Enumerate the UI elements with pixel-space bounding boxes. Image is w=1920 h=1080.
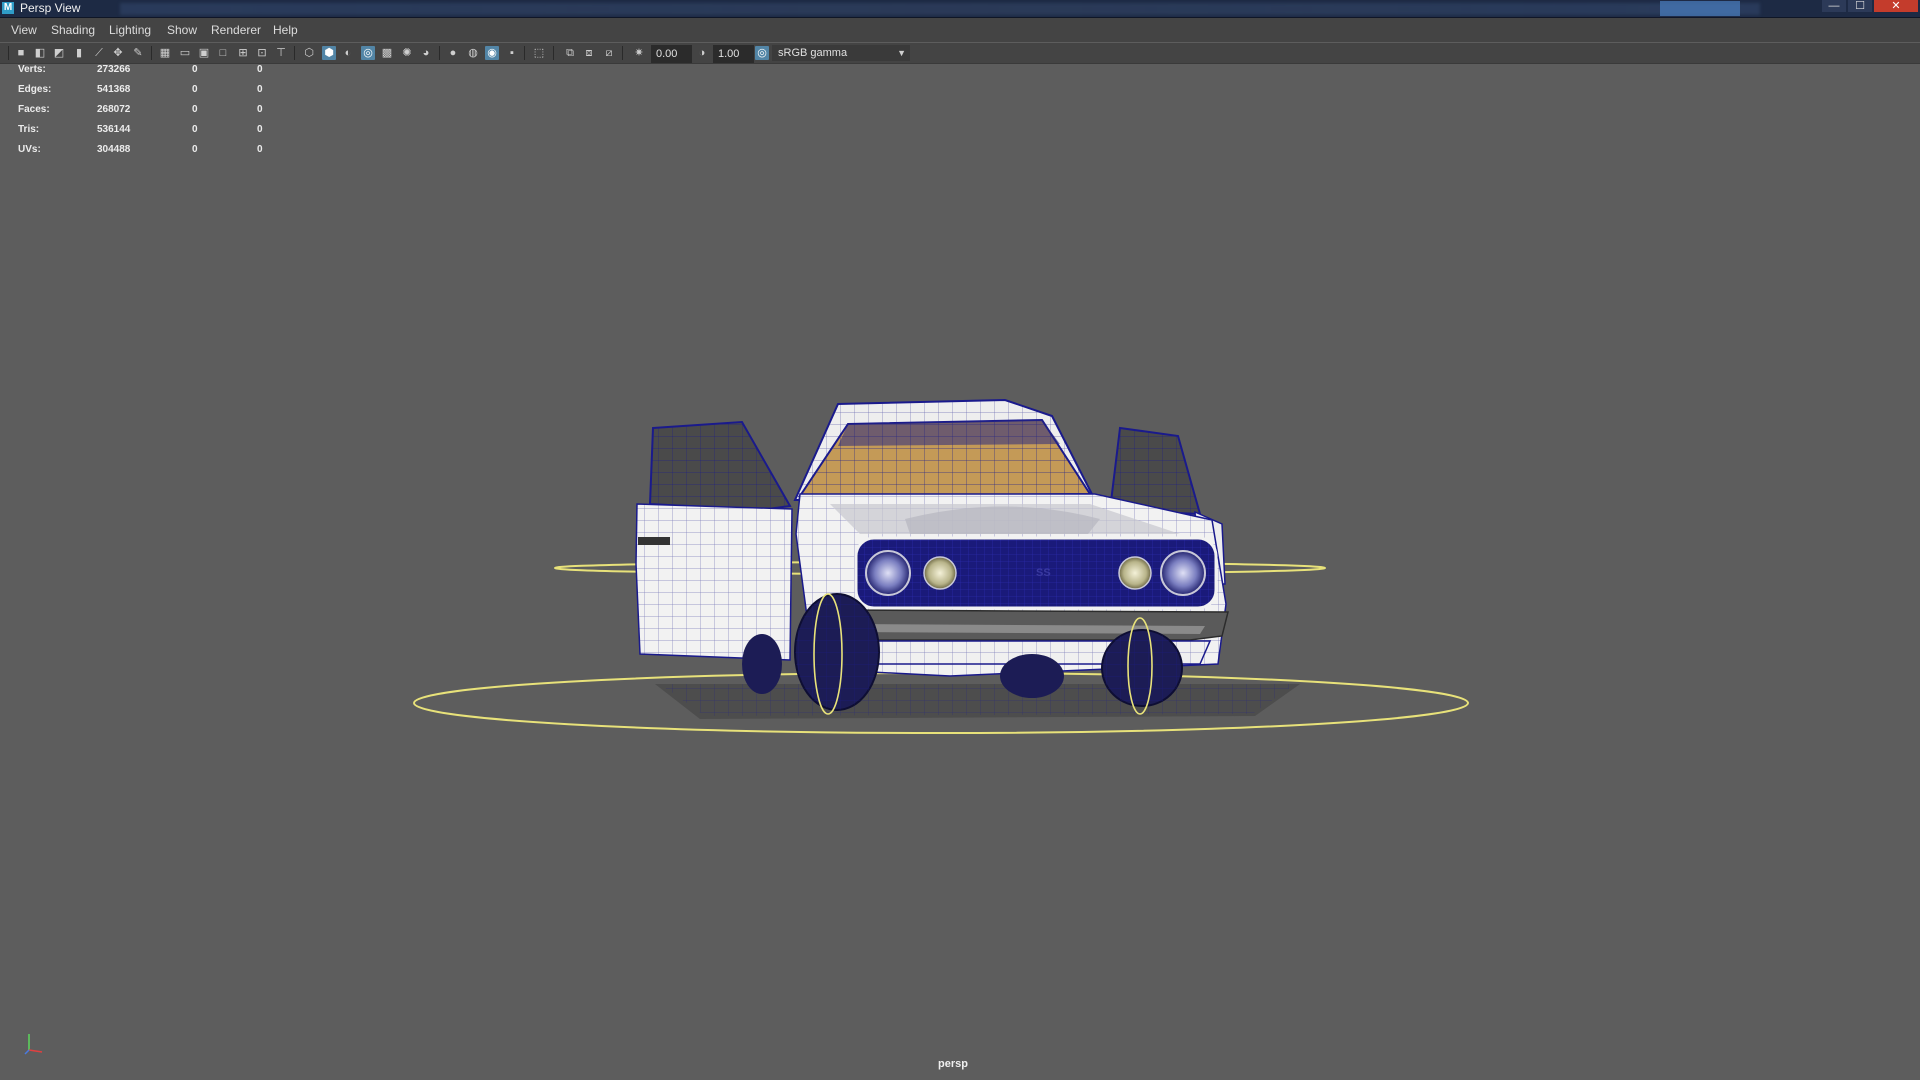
select-camera-icon[interactable]: ■ [14, 46, 28, 60]
hud-value-object: 541368 [97, 84, 131, 95]
menu-help[interactable]: Help [273, 18, 298, 42]
color-management-icon[interactable]: ◎ [755, 46, 769, 60]
bookmark-icon[interactable]: ▮ [72, 46, 86, 60]
hud-value-component: 0 [257, 144, 263, 155]
title-bar: M Persp View — ☐ ✕ [0, 0, 1920, 18]
hud-value-object: 268072 [97, 104, 131, 115]
depth-of-field-icon[interactable]: ▪ [505, 46, 519, 60]
chevron-down-icon: ▼ [897, 48, 906, 58]
two-d-pan-zoom-icon[interactable]: ✥ [111, 46, 125, 60]
hud-label: Verts: [18, 64, 46, 75]
car-model-render: SS [413, 398, 1469, 734]
panel-toolbar: ■ ◧ ◩ ▮ ⟋ ✥ ✎ ▦ ▭ ▣ □ ⊞ ⊡ ⊤ ⬡ ⬢ ◐ ◎ ▩ ✺ … [0, 43, 1920, 64]
toolbar-separator [622, 46, 623, 60]
perspective-viewport[interactable]: SS Verts: 273266 0 0 Edges: 541368 0 0 F… [0, 64, 1920, 1080]
hud-value-component: 0 [257, 104, 263, 115]
use-default-material-icon[interactable]: ◐ [341, 46, 355, 60]
camera-attributes-icon[interactable]: ◧ [33, 46, 47, 60]
hud-label: Faces: [18, 104, 50, 115]
motion-blur-icon[interactable]: ◍ [466, 46, 480, 60]
menu-view[interactable]: View [11, 18, 37, 42]
screen-space-ao-icon[interactable]: ● [446, 46, 460, 60]
hud-value-component: 0 [257, 84, 263, 95]
grid-icon[interactable]: ▦ [158, 46, 172, 60]
hud-value-object: 536144 [97, 124, 131, 135]
toolbar-separator [439, 46, 440, 60]
menu-lighting[interactable]: Lighting [109, 18, 151, 42]
background-taskbar-blur [120, 3, 1760, 15]
background-active-tab [1660, 1, 1740, 16]
hud-value-selected: 0 [192, 84, 198, 95]
menu-show[interactable]: Show [167, 18, 197, 42]
hud-value-object: 273266 [97, 64, 131, 75]
grille-badge: SS [1036, 567, 1051, 579]
wireframe-icon[interactable]: ⬡ [302, 46, 316, 60]
toolbar-separator [294, 46, 295, 60]
toolbar-separator [151, 46, 152, 60]
hud-value-selected: 0 [192, 64, 198, 75]
use-all-lights-icon[interactable]: ✺ [400, 46, 414, 60]
hud-value-component: 0 [257, 64, 263, 75]
textured-icon[interactable]: ▩ [380, 46, 394, 60]
exposure-icon[interactable]: ✷ [632, 46, 646, 60]
maximize-button[interactable]: ☐ [1848, 0, 1872, 12]
grease-pencil-icon[interactable]: ✎ [131, 46, 145, 60]
image-plane-icon[interactable]: ⟋ [92, 46, 106, 60]
hud-value-object: 304488 [97, 144, 131, 155]
close-button[interactable]: ✕ [1874, 0, 1918, 12]
toolbar-separator [8, 46, 9, 60]
menu-renderer[interactable]: Renderer [211, 18, 261, 42]
window-title: Persp View [20, 1, 81, 15]
gate-mask-icon[interactable]: □ [216, 46, 230, 60]
exposure-field[interactable] [651, 45, 692, 63]
xray-joints-icon[interactable]: ⧈ [582, 46, 596, 60]
hud-value-selected: 0 [192, 124, 198, 135]
toolbar-separator [524, 46, 525, 60]
menu-bar: View Shading Lighting Show Renderer Help [0, 18, 1920, 42]
resolution-gate-icon[interactable]: ▣ [197, 46, 211, 60]
hud-label: Edges: [18, 84, 52, 95]
shadows-icon[interactable]: ◕ [419, 46, 433, 60]
xray-icon[interactable]: ⧉ [563, 46, 577, 60]
wireframe-on-shaded-icon[interactable]: ◎ [361, 46, 375, 60]
gamma-field[interactable] [713, 45, 754, 63]
maya-logo-icon: M [2, 2, 14, 14]
safe-title-icon[interactable]: ⊤ [274, 46, 288, 60]
xray-components-icon[interactable]: ⧄ [602, 46, 616, 60]
view-transform-value: sRGB gamma [778, 47, 848, 59]
camera-name-label: persp [938, 1058, 968, 1070]
smooth-shade-icon[interactable]: ⬢ [322, 46, 336, 60]
field-chart-icon[interactable]: ⊞ [236, 46, 250, 60]
axis-gizmo-icon [24, 1034, 43, 1055]
minimize-button[interactable]: — [1822, 0, 1846, 12]
hud-value-selected: 0 [192, 104, 198, 115]
film-gate-icon[interactable]: ▭ [178, 46, 192, 60]
hud-label: Tris: [18, 124, 40, 135]
hud-value-selected: 0 [192, 144, 198, 155]
gamma-icon[interactable]: ◑ [695, 46, 709, 60]
toolbar-separator [553, 46, 554, 60]
isolate-select-icon[interactable]: ⬚ [532, 46, 546, 60]
hud-value-component: 0 [257, 124, 263, 135]
menu-shading[interactable]: Shading [51, 18, 95, 42]
hud-label: UVs: [18, 144, 41, 155]
multisample-aa-icon[interactable]: ◉ [485, 46, 499, 60]
bookmarks-icon[interactable]: ◩ [52, 46, 66, 60]
view-transform-dropdown[interactable]: sRGB gamma ▼ [772, 45, 910, 61]
safe-action-icon[interactable]: ⊡ [255, 46, 269, 60]
